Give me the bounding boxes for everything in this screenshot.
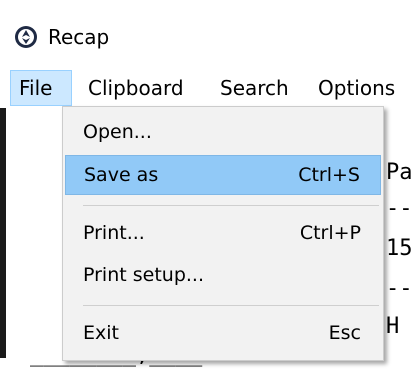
background-text-line: 15 — [386, 236, 413, 261]
menu-bar: File Clipboard Search Options — [0, 70, 417, 106]
window-title: Recap — [48, 25, 110, 49]
menu-item-shortcut: Esc — [328, 322, 361, 344]
app-logo-icon — [15, 26, 37, 48]
menu-item-shortcut: Ctrl+P — [299, 222, 361, 244]
menu-item-label: Exit — [83, 322, 119, 344]
menu-item-label: Print setup... — [83, 264, 205, 286]
background-text-line: Pa — [386, 160, 413, 185]
menu-item-label: Print... — [83, 222, 145, 244]
background-text-line: -- — [386, 276, 413, 301]
menu-item-open[interactable]: Open... — [65, 113, 381, 153]
menu-separator — [83, 305, 379, 306]
menu-item-print-setup[interactable]: Print setup... — [65, 256, 381, 296]
menu-item-shortcut: Ctrl+S — [298, 164, 360, 186]
menu-separator — [83, 205, 379, 206]
file-menu-dropdown: Open... Save as Ctrl+S Print... Ctrl+P P… — [62, 106, 384, 361]
menu-item-label: Save as — [84, 164, 159, 186]
menu-file[interactable]: File — [10, 70, 72, 106]
menu-item-print[interactable]: Print... Ctrl+P — [65, 214, 381, 254]
title-bar: Recap — [0, 0, 417, 70]
background-text-line: H — [386, 314, 400, 339]
menu-item-exit[interactable]: Exit Esc — [65, 314, 381, 354]
menu-search[interactable]: Search — [212, 70, 297, 106]
menu-clipboard[interactable]: Clipboard — [80, 70, 192, 106]
left-panel-edge — [0, 108, 6, 358]
menu-item-label: Open... — [83, 121, 152, 143]
background-text-line: -- — [386, 196, 413, 221]
menu-item-save-as[interactable]: Save as Ctrl+S — [65, 155, 381, 195]
menu-options[interactable]: Options — [310, 70, 403, 106]
